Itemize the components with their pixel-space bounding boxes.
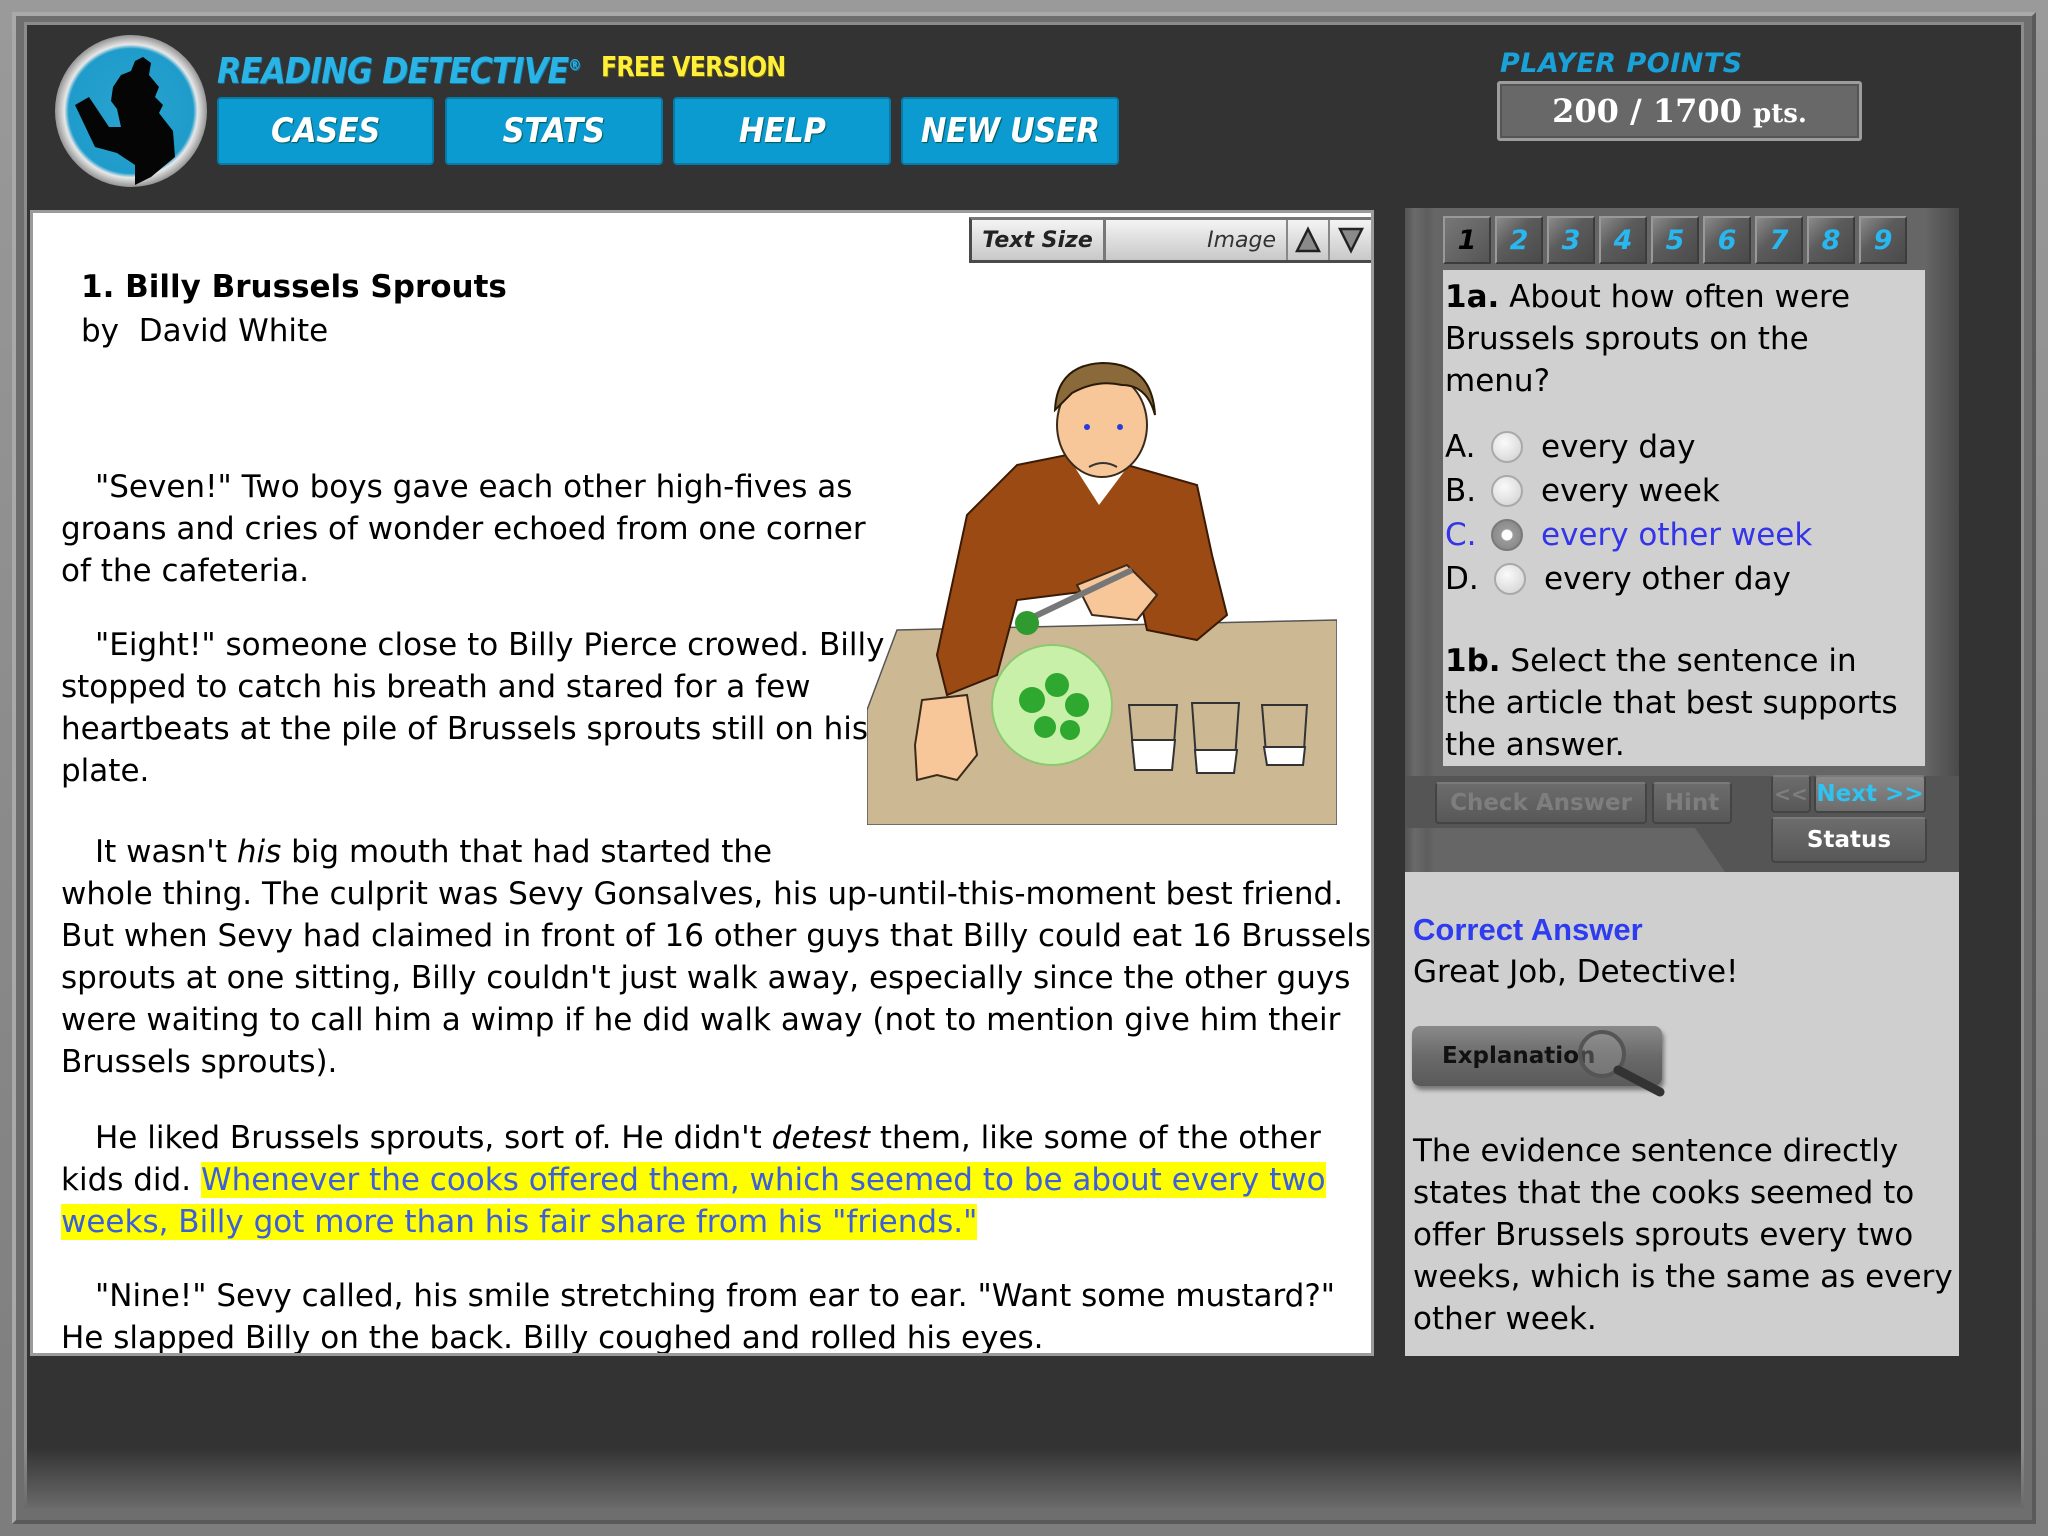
image-toggle[interactable]: Image [1106,220,1288,260]
quiz-panel-edge [1925,208,1959,872]
radio-b[interactable] [1491,475,1523,507]
text-size-label: Text Size [972,220,1106,260]
story-illustration [867,355,1337,825]
next-button[interactable]: Next >> [1814,775,1926,813]
question-tab-7[interactable]: 7 [1755,216,1803,264]
question-box: 1a. About how often were Brussels sprout… [1443,270,1925,766]
story-paragraph-3[interactable]: It wasn't his big mouth that had started… [61,831,1371,1083]
answer-option-b[interactable]: B. every week [1445,470,1720,512]
explanation-button[interactable]: Explanation [1412,1026,1665,1097]
story-panel: Text Size Image 1. Billy Brussels Sprout… [30,210,1374,1356]
text-size-toolbar: Text Size Image [969,217,1371,263]
question-tab-6[interactable]: 6 [1703,216,1751,264]
radio-a[interactable] [1491,431,1523,463]
feedback-panel: Correct Answer Great Job, Detective! Exp… [1405,872,1959,1356]
hint-button[interactable]: Hint [1652,782,1732,824]
question-1b: 1b. Select the sentence in the article t… [1445,643,1898,763]
question-tab-3[interactable]: 3 [1547,216,1595,264]
nav-stats-button[interactable]: STATS [445,97,663,165]
radio-d[interactable] [1494,563,1526,595]
detective-logo-icon [55,35,207,187]
story-paragraph-1[interactable]: "Seven!" Two boys gave each other high-f… [61,466,881,592]
text-size-increase-button[interactable] [1288,220,1330,260]
question-tab-5[interactable]: 5 [1651,216,1699,264]
edition-label: FREE VERSION [601,50,786,83]
magnifier-icon [1578,1030,1665,1097]
answer-option-c[interactable]: C. every other week [1445,514,1812,556]
previous-button[interactable]: << [1771,775,1811,813]
check-answer-button[interactable]: Check Answer [1435,782,1647,824]
text-size-decrease-button[interactable] [1330,220,1371,260]
points-value: 200 / 1700 [1552,92,1742,130]
bottom-shade [24,1448,2024,1508]
quiz-panel: 1 2 3 4 5 6 7 8 9 1a. About how often we… [1405,208,1959,872]
question-tab-2[interactable]: 2 [1495,216,1543,264]
question-1a: 1a. About how often were Brussels sprout… [1445,279,1851,399]
detective-silhouette-icon [75,57,175,185]
story-title: 1. Billy Brussels Sprouts [81,269,507,305]
nav-cases-button[interactable]: CASES [217,97,434,165]
story-paragraph-5[interactable]: "Nine!" Sevy called, his smile stretchin… [61,1275,1351,1353]
question-tab-9[interactable]: 9 [1859,216,1907,264]
brand-name: READING DETECTIVE® [217,51,581,92]
triangle-down-icon [1338,227,1364,254]
explanation-text: The evidence sentence directly states th… [1413,1133,1953,1337]
feedback-message: Great Job, Detective! [1413,954,1739,990]
status-button[interactable]: Status [1771,817,1927,863]
story-paragraph-4[interactable]: He liked Brussels sprouts, sort of. He d… [61,1117,1351,1243]
story-paragraph-2[interactable]: "Eight!" someone close to Billy Pierce c… [61,624,891,792]
question-tab-8[interactable]: 8 [1807,216,1855,264]
feedback-title: Correct Answer [1413,912,1643,947]
question-tab-1[interactable]: 1 [1443,216,1491,264]
answer-option-a[interactable]: A. every day [1445,426,1695,468]
nav-help-button[interactable]: HELP [673,97,891,165]
radio-c[interactable] [1491,519,1523,551]
question-tab-4[interactable]: 4 [1599,216,1647,264]
story-author: by David White [81,313,329,349]
evidence-sentence-highlight[interactable]: Whenever the cooks offered them, which s… [61,1162,1326,1240]
points-unit: pts. [1753,99,1807,129]
brand-title: READING DETECTIVE® [217,46,630,92]
triangle-up-icon [1295,226,1321,253]
player-points-display: 200 / 1700 pts. [1497,81,1862,141]
answer-option-d[interactable]: D. every other day [1445,558,1791,600]
player-points-label: PLAYER POINTS [1500,48,1743,79]
question-number-tabs: 1 2 3 4 5 6 7 8 9 [1443,216,1907,264]
nav-new-user-button[interactable]: NEW USER [901,97,1119,165]
